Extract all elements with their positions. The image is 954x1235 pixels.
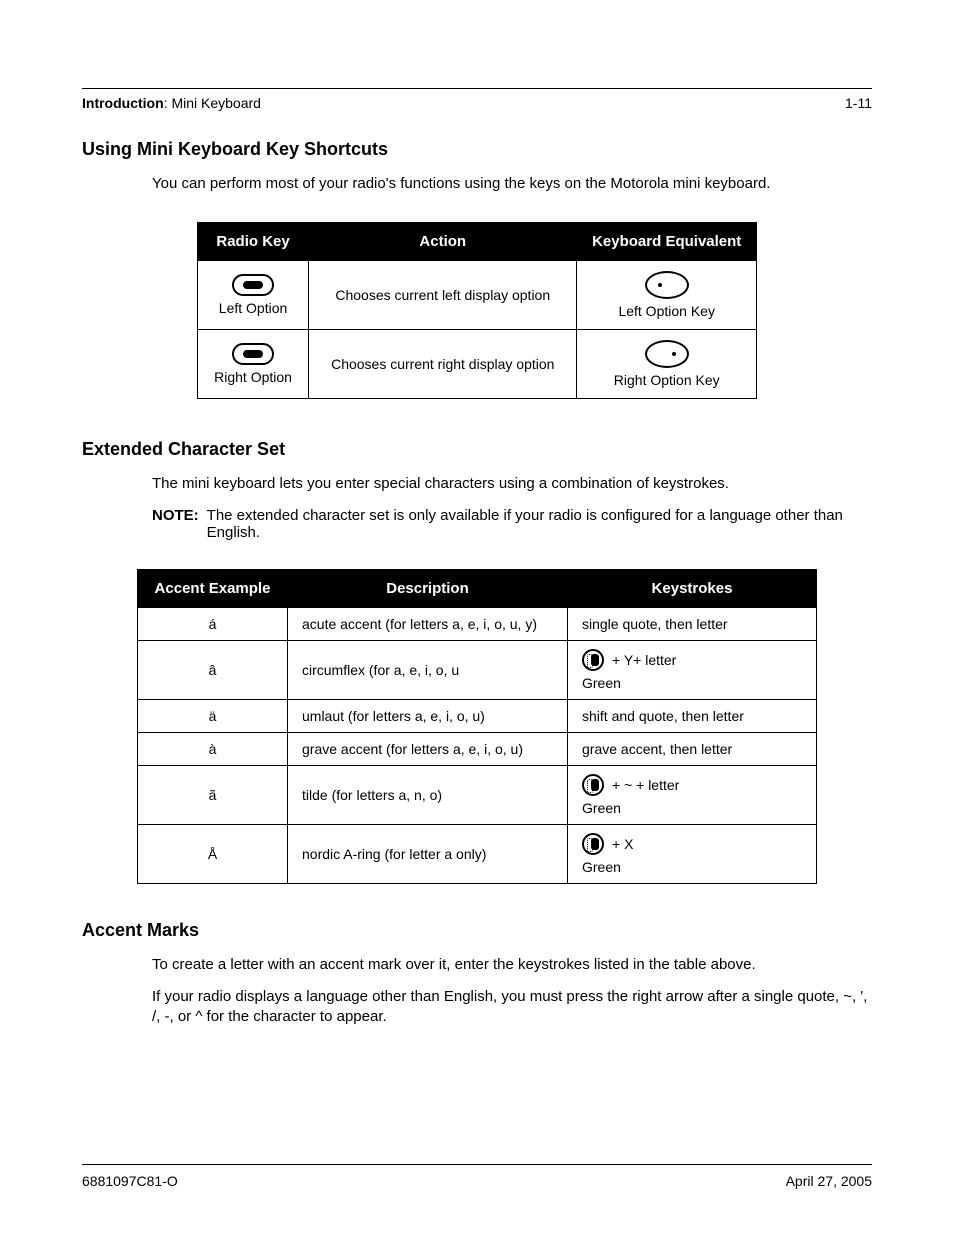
keystrokes-cell: shift and quote, then letter <box>568 699 817 732</box>
table-row: ä umlaut (for letters a, e, i, o, u) shi… <box>138 699 817 732</box>
action-cell: Chooses current right display option <box>309 330 577 399</box>
accent-desc: grave accent (for letters a, e, i, o, u) <box>288 732 568 765</box>
key-suffix: + ~ + letter <box>612 777 679 793</box>
accent-example: á <box>138 607 288 640</box>
radio-key-label: Left Option <box>219 300 288 316</box>
keystrokes-cell: grave accent, then letter <box>568 732 817 765</box>
section-heading-extchar: Extended Character Set <box>82 439 872 460</box>
note-block: NOTE: The extended character set is only… <box>152 507 872 541</box>
footer-doc-id: 6881097C81-O <box>82 1173 178 1189</box>
section-heading-shortcuts: Using Mini Keyboard Key Shortcuts <box>82 139 872 160</box>
accent-desc: nordic A-ring (for letter a only) <box>288 824 568 883</box>
page-footer: 6881097C81-O April 27, 2005 <box>82 1164 872 1189</box>
green-key-icon <box>582 833 604 855</box>
left-option-key-icon <box>645 271 689 299</box>
table-row: à grave accent (for letters a, e, i, o, … <box>138 732 817 765</box>
note-label: NOTE: <box>152 507 199 541</box>
accent-example: à <box>138 732 288 765</box>
green-label: Green <box>582 675 802 691</box>
table-row: Right Option Chooses current right displ… <box>198 330 757 399</box>
charset-table: Accent Example Description Keystrokes á … <box>137 569 817 884</box>
green-key-icon <box>582 649 604 671</box>
option-button-icon <box>232 274 274 296</box>
key-suffix: + Y+ letter <box>612 652 676 668</box>
accent-desc: circumflex (for a, e, i, o, u <box>288 640 568 699</box>
accent-desc: acute accent (for letters a, e, i, o, u,… <box>288 607 568 640</box>
green-label: Green <box>582 800 802 816</box>
accent-example: Å <box>138 824 288 883</box>
keystrokes-cell: + ~ + letter Green <box>568 765 817 824</box>
key-suffix: + X <box>612 836 633 852</box>
shortcuts-intro: You can perform most of your radio's fun… <box>152 174 872 194</box>
keystrokes-cell: + X Green <box>568 824 817 883</box>
option-button-icon <box>232 343 274 365</box>
running-header: Introduction: Mini Keyboard 1-11 <box>82 95 872 111</box>
accent-example: ã <box>138 765 288 824</box>
t1-header-equiv: Keyboard Equivalent <box>577 223 757 261</box>
note-text: The extended character set is only avail… <box>207 507 872 541</box>
green-label: Green <box>582 859 802 875</box>
footer-date: April 27, 2005 <box>786 1173 872 1189</box>
header-section: Introduction <box>82 95 164 111</box>
t1-header-action: Action <box>309 223 577 261</box>
t2-header-example: Accent Example <box>138 569 288 607</box>
t2-header-desc: Description <box>288 569 568 607</box>
accentmarks-p2: If your radio displays a language other … <box>152 987 872 1028</box>
header-subsection: Mini Keyboard <box>171 95 261 111</box>
action-cell: Chooses current left display option <box>309 261 577 330</box>
accentmarks-p1: To create a letter with an accent mark o… <box>152 955 872 975</box>
accent-desc: umlaut (for letters a, e, i, o, u) <box>288 699 568 732</box>
accent-desc: tilde (for letters a, n, o) <box>288 765 568 824</box>
accent-example: ä <box>138 699 288 732</box>
radio-key-label: Right Option <box>214 369 292 385</box>
table-row: Å nordic A-ring (for letter a only) + X … <box>138 824 817 883</box>
equiv-label: Left Option Key <box>618 303 715 319</box>
section-heading-accentmarks: Accent Marks <box>82 920 872 941</box>
equiv-label: Right Option Key <box>614 372 720 388</box>
accent-example: â <box>138 640 288 699</box>
extchar-intro: The mini keyboard lets you enter special… <box>152 474 872 494</box>
table-row: â circumflex (for a, e, i, o, u + Y+ let… <box>138 640 817 699</box>
green-key-icon <box>582 774 604 796</box>
right-option-key-icon <box>645 340 689 368</box>
table-row: á acute accent (for letters a, e, i, o, … <box>138 607 817 640</box>
header-page-number: 1-11 <box>845 95 872 111</box>
table-row: Left Option Chooses current left display… <box>198 261 757 330</box>
shortcuts-table: Radio Key Action Keyboard Equivalent Lef… <box>197 222 757 399</box>
keystrokes-cell: + Y+ letter Green <box>568 640 817 699</box>
keystrokes-cell: single quote, then letter <box>568 607 817 640</box>
t1-header-radio-key: Radio Key <box>198 223 309 261</box>
table-row: ã tilde (for letters a, n, o) + ~ + lett… <box>138 765 817 824</box>
t2-header-keystrokes: Keystrokes <box>568 569 817 607</box>
